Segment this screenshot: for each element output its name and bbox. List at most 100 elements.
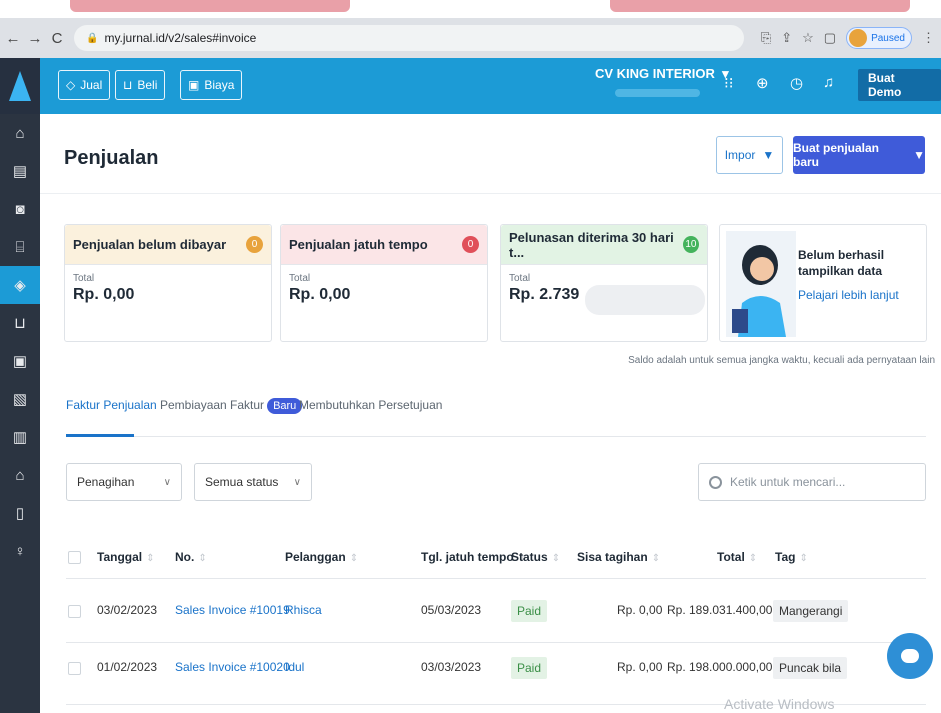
- count-badge: 0: [462, 236, 479, 253]
- sort-icon: ⇕: [799, 553, 808, 564]
- help-icon[interactable]: ♀: [0, 532, 40, 570]
- reload-icon[interactable]: C: [48, 30, 66, 47]
- chevron-down-icon: ∨: [163, 476, 171, 488]
- row-checkbox[interactable]: [68, 605, 81, 618]
- asset-icon[interactable]: ⌂: [0, 456, 40, 494]
- col-pelanggan[interactable]: Pelanggan ⇕: [285, 550, 358, 564]
- status-select[interactable]: Semua status ∨: [194, 463, 312, 501]
- search-input[interactable]: Ketik untuk mencari...: [698, 463, 926, 501]
- tag-badge[interactable]: Puncak bila: [773, 657, 848, 679]
- card-unpaid[interactable]: Penjualan belum dibayar 0 Total Rp. 0,00: [64, 224, 272, 342]
- list-icon[interactable]: ▯: [0, 494, 40, 532]
- impor-button[interactable]: Impor ▼: [716, 136, 783, 174]
- sort-icon: ⇕: [198, 553, 207, 564]
- report-icon[interactable]: ▤: [0, 152, 40, 190]
- card-overdue[interactable]: Penjualan jatuh tempo 0 Total Rp. 0,00: [280, 224, 488, 342]
- activate-windows-watermark: Activate Windows: [724, 696, 835, 712]
- col-total[interactable]: Total ⇕: [717, 550, 757, 564]
- promo-card: Belum berhasil tampilkan data Pelajari l…: [719, 224, 927, 342]
- customer-link[interactable]: Idul: [285, 660, 304, 674]
- col-tanggal[interactable]: Tanggal ⇕: [97, 550, 155, 564]
- col-label: Total: [717, 550, 745, 564]
- count-badge: 10: [682, 236, 699, 253]
- menu-icon[interactable]: ⋮: [922, 30, 935, 46]
- invoice-link[interactable]: Sales Invoice #10020: [175, 660, 290, 674]
- cart-icon: ⊔: [123, 78, 133, 92]
- product-icon[interactable]: ▥: [0, 418, 40, 456]
- cash-icon[interactable]: ◙: [0, 190, 40, 228]
- jual-button[interactable]: ◇ Jual: [58, 70, 111, 100]
- notification-badge-icon[interactable]: ⊕: [756, 74, 769, 92]
- bank-icon[interactable]: ⌸: [0, 228, 40, 266]
- col-label: Tag: [775, 550, 796, 564]
- share-icon[interactable]: ⇪: [781, 30, 792, 46]
- chat-button[interactable]: [887, 633, 933, 679]
- divider: [40, 193, 941, 194]
- promo-link[interactable]: Pelajari lebih lanjut: [798, 288, 899, 302]
- profile-button[interactable]: Paused: [846, 27, 912, 49]
- tag-icon: ◇: [66, 78, 76, 92]
- card-title: Penjualan belum dibayar: [73, 237, 227, 252]
- sort-icon: ⇕: [551, 553, 561, 564]
- col-no[interactable]: No. ⇕: [175, 550, 207, 564]
- card-value: Rp. 0,00: [289, 286, 351, 303]
- status-badge: Paid: [511, 657, 548, 679]
- jurnal-logo[interactable]: [0, 58, 40, 114]
- status-badge: Paid: [511, 600, 548, 622]
- beli-button[interactable]: ⊔ Beli: [115, 70, 166, 100]
- col-tag[interactable]: Tag ⇕: [775, 550, 808, 564]
- expense-icon[interactable]: ▣: [0, 342, 40, 380]
- sales-icon[interactable]: ◈: [0, 266, 40, 304]
- buat-demo-button[interactable]: Buat Demo: [858, 69, 941, 101]
- tab-divider: [66, 436, 926, 437]
- search-placeholder: Ketik untuk mencari...: [730, 475, 846, 489]
- person-illustration-icon: [726, 231, 796, 337]
- bell-icon[interactable]: ♫: [823, 74, 834, 91]
- type-value: Penagihan: [77, 475, 135, 489]
- promo-title: Belum berhasil tampilkan data: [798, 248, 885, 278]
- tab-pembiayaan-faktur[interactable]: Pembiayaan Faktur Baru: [160, 398, 303, 414]
- col-status[interactable]: Status ⇕: [511, 550, 560, 564]
- card-title: Penjualan jatuh tempo: [289, 237, 428, 252]
- avatar: [849, 29, 868, 47]
- banner-bar: [610, 0, 910, 12]
- apps-icon[interactable]: ⁝⁝: [724, 74, 734, 92]
- tag-badge[interactable]: Mangerangi: [773, 600, 849, 622]
- tab-faktur-penjualan[interactable]: Faktur Penjualan: [66, 398, 157, 412]
- card-subtitle: Total: [509, 273, 531, 284]
- card-received[interactable]: Pelunasan diterima 30 hari t... 10 Total…: [500, 224, 708, 342]
- forward-icon[interactable]: →: [26, 30, 44, 47]
- customer-link[interactable]: Rhisca: [285, 603, 322, 617]
- translate-icon[interactable]: ⎘: [761, 30, 771, 46]
- clock-icon[interactable]: ◷: [790, 74, 803, 92]
- card-subtitle: Total: [73, 273, 95, 284]
- cell-sisa: Rp. 0,00: [617, 603, 663, 617]
- address-bar[interactable]: 🔒 my.jurnal.id/v2/sales#invoice: [74, 25, 744, 51]
- back-icon[interactable]: ←: [4, 30, 22, 47]
- purchase-icon[interactable]: ⊔: [0, 304, 40, 342]
- home-icon[interactable]: ⌂: [0, 114, 40, 152]
- buat-penjualan-button[interactable]: Buat penjualan baru ▼: [793, 136, 925, 174]
- row-divider: [66, 642, 926, 643]
- jual-label: Jual: [80, 78, 103, 92]
- col-label: Tanggal: [97, 550, 143, 564]
- card-value: Rp. 0,00: [73, 286, 135, 303]
- type-select[interactable]: Penagihan ∨: [66, 463, 182, 501]
- select-all-checkbox[interactable]: [68, 551, 81, 564]
- cell-jatuh-tempo: 05/03/2023: [421, 603, 482, 617]
- main-content: Penjualan Impor ▼ Buat penjualan baru ▼ …: [40, 114, 941, 713]
- invoice-link[interactable]: Sales Invoice #10019: [175, 603, 290, 617]
- row-checkbox[interactable]: [68, 662, 81, 675]
- contact-icon[interactable]: ▧: [0, 380, 40, 418]
- chat-icon: [901, 649, 919, 663]
- tab-label: Pembiayaan Faktur: [160, 398, 265, 412]
- beli-label: Beli: [137, 78, 158, 92]
- tab-search-icon[interactable]: ▢: [824, 30, 836, 46]
- top-banner: [0, 0, 941, 18]
- star-icon[interactable]: ☆: [802, 30, 814, 46]
- biaya-button[interactable]: ▣ Biaya: [180, 70, 243, 100]
- sidebar: ⌂ ▤ ◙ ⌸ ◈ ⊔ ▣ ▧ ▥ ⌂ ▯ ♀: [0, 58, 40, 713]
- col-sisa-tagihan[interactable]: Sisa tagihan ⇕: [577, 550, 660, 564]
- company-name[interactable]: CV KING INTERIOR ▾: [595, 66, 729, 82]
- tab-membutuhkan-persetujuan[interactable]: Membutuhkan Persetujuan: [299, 398, 442, 412]
